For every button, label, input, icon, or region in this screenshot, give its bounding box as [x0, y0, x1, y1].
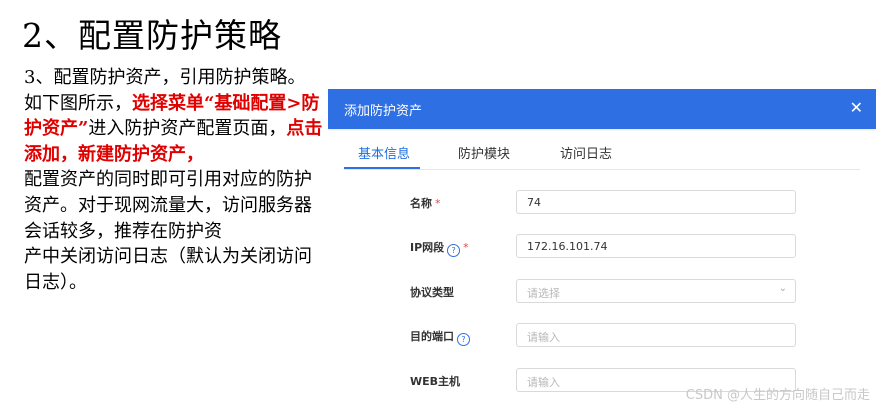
paragraph-step: 3、配置防护资产，引用防护策略。 [24, 67, 306, 88]
chevron-down-icon: ⌄ [778, 283, 787, 294]
help-icon[interactable]: ? [457, 333, 470, 346]
field-name-row: 名称 * 74 [328, 190, 876, 214]
field-ip-label: IP网段? * [410, 241, 469, 257]
ip-input[interactable]: 172.16.101.74 [516, 234, 796, 258]
dialog-tabs: 基本信息 防护模块 访问日志 [344, 129, 860, 170]
paragraph-instructions: 如下图所示，选择菜单“基础配置>防护资产”进入防护资产配置页面，点击添加，新建防… [24, 91, 324, 168]
instruction-text-2: 进入防护资产配置页面， [88, 118, 287, 140]
name-input[interactable]: 74 [516, 190, 796, 214]
watermark: CSDN @人生的方向随自己而走 [685, 388, 870, 403]
field-protocol-label: 协议类型 [410, 286, 454, 299]
dialog-header: 添加防护资产 ✕ [328, 89, 876, 129]
dialog-title: 添加防护资产 [344, 104, 423, 119]
tab-access-log[interactable]: 访问日志 [560, 143, 612, 162]
tab-basic-info[interactable]: 基本信息 [358, 143, 410, 162]
protocol-select[interactable]: 请选择 ⌄ [516, 279, 796, 303]
instruction-text: 如下图所示， [24, 92, 132, 114]
add-asset-dialog: 添加防护资产 ✕ 基本信息 防护模块 访问日志 名称 * 74 IP网段? * 17… [328, 89, 876, 409]
active-tab-indicator [344, 167, 420, 169]
field-name-label: 名称 * [410, 197, 441, 210]
field-webhost-label: WEB主机 [410, 375, 461, 388]
field-port-label: 目的端口? [410, 328, 470, 346]
close-icon[interactable]: ✕ [850, 98, 863, 117]
protocol-placeholder: 请选择 [527, 287, 560, 300]
tab-protection-module[interactable]: 防护模块 [458, 143, 510, 162]
port-input[interactable]: 请输入 [516, 323, 796, 347]
required-marker: * [463, 241, 469, 254]
field-ip-row: IP网段? * 172.16.101.74 [328, 234, 876, 258]
required-marker: * [435, 197, 441, 210]
paragraph-note: 产中关闭访问日志（默认为关闭访问日志）。 [24, 246, 312, 293]
slide-title: 2、配置防护策略 [22, 16, 282, 55]
slide-body: 3、配置防护资产，引用防护策略。 如下图所示，选择菜单“基础配置>防护资产”进入… [24, 65, 324, 295]
field-protocol-row: 协议类型 请选择 ⌄ [328, 279, 876, 303]
help-icon[interactable]: ? [447, 244, 461, 257]
paragraph-recommendation: 配置资产的同时即可引用对应的防护资产。对于现网流量大，访问服务器会话较多，推荐在… [24, 169, 312, 242]
field-port-row: 目的端口? 请输入 [328, 323, 876, 347]
